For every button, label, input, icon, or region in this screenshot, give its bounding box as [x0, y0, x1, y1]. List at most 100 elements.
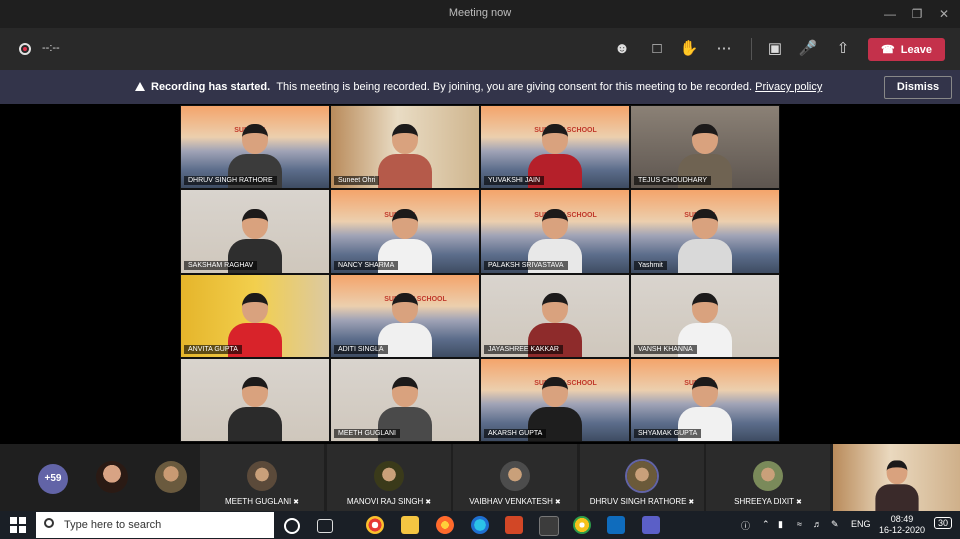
chevron-up-icon[interactable]: ⌃ [762, 519, 770, 530]
window-titlebar: Meeting now — ❐ ✕ [0, 0, 960, 28]
warning-icon [135, 82, 145, 91]
notification-count[interactable]: 30 [934, 517, 953, 529]
leave-button[interactable]: ☎ Leave [868, 38, 945, 61]
task-view-icon[interactable] [317, 519, 333, 533]
dismiss-button[interactable]: Dismiss [884, 76, 952, 99]
close-icon[interactable]: ✕ [934, 4, 954, 24]
video-tile[interactable]: SUNCITY SCHOOLPALAKSH SRIVASTAVA [480, 189, 630, 274]
video-tile[interactable]: SAKSHAM RAGHAV [180, 189, 330, 274]
chat-icon[interactable]: □ [646, 38, 668, 60]
video-tile[interactable]: VANSH KHANNA [630, 273, 780, 358]
muted-mic-icon: ✖ [794, 499, 802, 506]
video-tile[interactable]: SUNCITY SCHOOLAKARSH GUPTA [480, 357, 630, 442]
edge-icon[interactable] [471, 516, 489, 534]
outlook-icon[interactable] [607, 516, 625, 534]
wifi-icon[interactable]: ≈ [797, 519, 802, 529]
video-tile[interactable]: Suneet Ohri [330, 105, 480, 190]
roster-participant-tile[interactable]: MEETH GUGLANI ✖ [200, 444, 324, 511]
participant-nameplate: YUVAKSHI JAIN [484, 176, 544, 186]
video-tile[interactable]: SUNCITY SCHOOLYUVAKSHI JAIN [480, 105, 630, 190]
participant-head [392, 377, 418, 407]
chrome-canary-icon[interactable] [573, 516, 591, 534]
participant-head [692, 377, 718, 407]
participant-video [378, 118, 432, 189]
video-tile[interactable] [180, 357, 330, 442]
participant-nameplate: AKARSH GUPTA [484, 429, 547, 438]
participant-avatar[interactable] [96, 461, 128, 493]
restore-icon[interactable]: ❐ [907, 4, 927, 24]
search-icon [44, 518, 54, 528]
participant-nameplate: ADITI SINGLA [334, 344, 388, 354]
video-tile[interactable]: MEETH GUGLANI [330, 357, 480, 442]
roster-participant-name: DHRUV SINGH RATHORE ✖ [580, 497, 704, 506]
battery-icon[interactable]: ▮ [778, 519, 783, 530]
windows-start-icon[interactable] [10, 517, 26, 533]
self-view-video [833, 444, 960, 511]
participant-head [392, 292, 418, 323]
participant-avatar[interactable] [155, 461, 187, 493]
taskbar-search[interactable]: Type here to search [36, 512, 274, 538]
cortana-icon[interactable] [284, 518, 300, 534]
microphone-icon[interactable]: 🎤 [797, 38, 819, 60]
more-actions-icon[interactable]: ⋯ [713, 38, 735, 60]
more-participants-badge[interactable]: +59 [38, 464, 68, 494]
video-tile[interactable]: JAYASHREE KAKKAR [480, 273, 630, 358]
video-tile[interactable]: SUNCITYDHRUV SINGH RATHORE [180, 105, 330, 190]
participant-head [542, 208, 568, 239]
muted-mic-icon: ✖ [552, 499, 561, 506]
roster-participant-tile[interactable]: MANOVI RAJ SINGH ✖ [327, 444, 451, 511]
avatar [374, 461, 404, 491]
video-tile[interactable]: SUNCITYSHYAMAK GUPTA [630, 357, 780, 442]
participant-head [392, 124, 418, 155]
windows-taskbar: Type here to search ⓘ ⌃ ▮ ≈ ♬ ✎ ENG 08:4… [0, 511, 960, 539]
system-clock[interactable]: 08:49 16-12-2020 [876, 514, 928, 536]
roster-name-text: SHREEYA DIXIT [734, 497, 795, 506]
video-tile[interactable]: ANVITA GUPTA [180, 273, 330, 358]
chrome-icon[interactable] [366, 516, 384, 534]
participant-body [678, 238, 732, 273]
help-icon[interactable]: ⓘ [741, 519, 750, 532]
roster-participant-name: MANOVI RAJ SINGH ✖ [327, 497, 451, 506]
video-tile[interactable]: SUNCITYYashmit [630, 189, 780, 274]
raise-hand-icon[interactable]: ✋ [678, 38, 700, 60]
leave-label: Leave [900, 43, 932, 56]
participant-video [228, 371, 282, 441]
share-screen-icon[interactable]: ⇧ [832, 38, 854, 60]
roster-participant-tile[interactable]: DHRUV SINGH RATHORE ✖ [580, 444, 704, 511]
store-icon[interactable] [539, 516, 559, 536]
roster-participant-tile[interactable]: VAIBHAV VENKATESH ✖ [453, 444, 577, 511]
muted-mic-icon: ✖ [423, 499, 432, 506]
powerpoint-icon[interactable] [505, 516, 523, 534]
muted-mic-icon: ✖ [686, 499, 695, 506]
privacy-policy-link[interactable]: Privacy policy [755, 81, 822, 93]
participant-head [542, 124, 568, 155]
file-explorer-icon[interactable] [401, 516, 419, 534]
participant-nameplate: Suneet Ohri [334, 176, 380, 186]
window-title: Meeting now [448, 7, 512, 19]
video-tile[interactable]: SUNCITY SCHOOLADITI SINGLA [330, 273, 480, 358]
video-tile[interactable]: SUNCITYNANCY SHARMA [330, 189, 480, 274]
roster-participant-name: MEETH GUGLANI ✖ [200, 497, 324, 506]
participants-icon[interactable]: ☻ [611, 38, 633, 60]
language-indicator[interactable]: ENG [851, 519, 871, 529]
minimize-icon[interactable]: — [880, 4, 900, 24]
participant-body [378, 154, 432, 189]
firefox-icon[interactable] [436, 516, 454, 534]
participant-nameplate: NANCY SHARMA [334, 260, 399, 270]
participant-head [392, 208, 418, 239]
pen-icon[interactable]: ✎ [831, 519, 839, 530]
roster-name-text: MEETH GUGLANI [224, 497, 292, 506]
participant-nameplate: SHYAMAK GUPTA [634, 429, 702, 438]
teams-icon[interactable] [642, 516, 660, 534]
recording-icon [19, 43, 31, 55]
roster-participant-tile[interactable]: SHREEYA DIXIT ✖ [706, 444, 830, 511]
roster-name-text: MANOVI RAJ SINGH [346, 497, 424, 506]
self-body [874, 484, 919, 511]
camera-icon[interactable]: ▣ [764, 38, 786, 60]
participant-nameplate: SAKSHAM RAGHAV [184, 260, 258, 270]
participant-head [542, 377, 568, 407]
clock-time: 08:49 [890, 514, 914, 524]
participant-head [542, 292, 568, 323]
video-tile[interactable]: TEJUS CHOUDHARY [630, 105, 780, 190]
volume-icon[interactable]: ♬ [813, 519, 822, 529]
